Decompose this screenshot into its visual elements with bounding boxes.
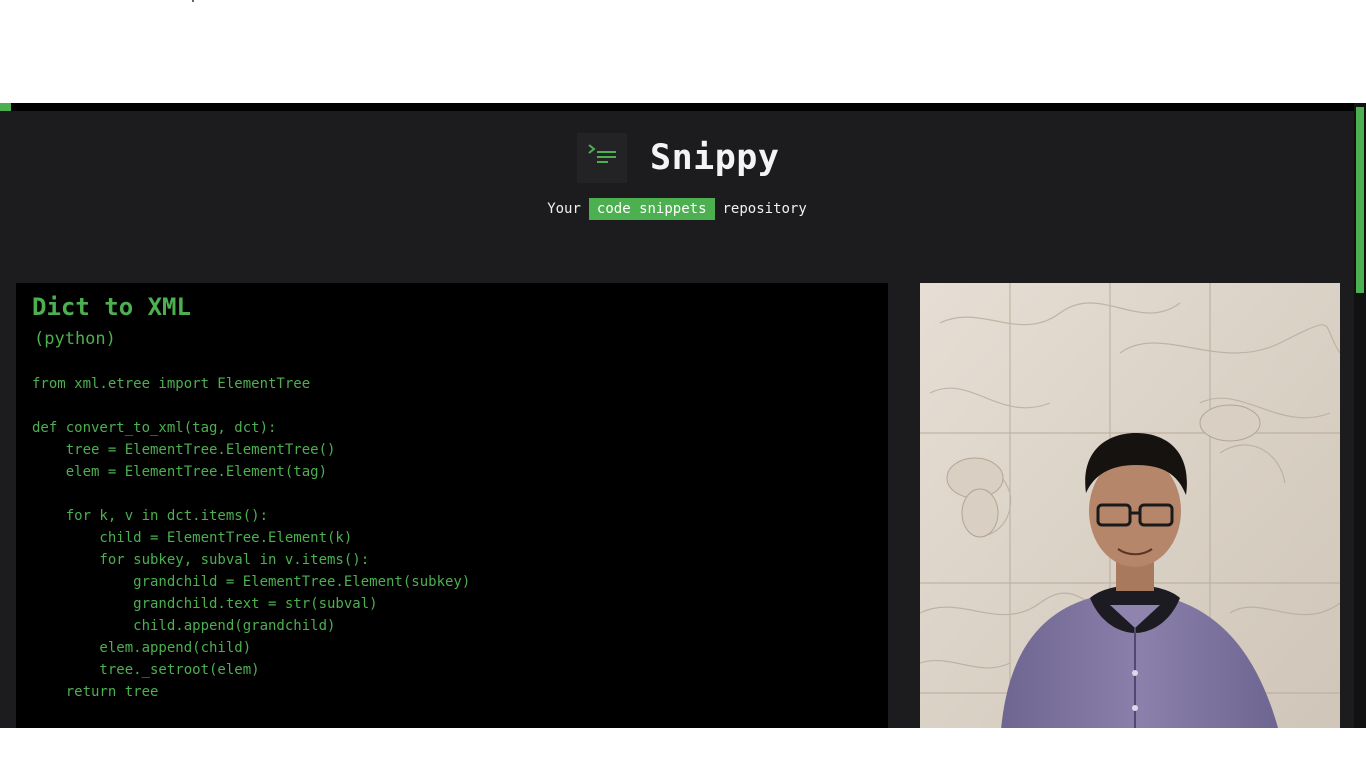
author-photo — [920, 283, 1340, 728]
scrollbar[interactable] — [1354, 103, 1366, 728]
tagline-prefix: Your — [547, 201, 581, 217]
snippet-code: from xml.etree import ElementTree def co… — [32, 376, 471, 700]
snippet-language: (python) — [34, 329, 116, 349]
snippet-title: Dict to XML — [32, 293, 191, 321]
top-bar-accent — [0, 103, 11, 111]
scrollbar-thumb[interactable] — [1356, 107, 1364, 293]
tagline-highlight: code snippets — [588, 198, 715, 220]
tagline-suffix: repository — [722, 201, 807, 217]
snippy-app: Snippy Your code snippets repository Dict … — [0, 103, 1366, 728]
browser-blank-area — [0, 0, 1366, 103]
snippet-card[interactable]: Dict to XML (python) from xml.etree impo… — [16, 283, 888, 728]
top-bar — [0, 103, 1366, 111]
terminal-lines-icon[interactable] — [577, 133, 627, 183]
cursor-fragment — [192, 0, 194, 2]
brand-title[interactable]: Snippy — [650, 133, 779, 183]
tagline: Your code snippets repository — [0, 198, 1354, 220]
